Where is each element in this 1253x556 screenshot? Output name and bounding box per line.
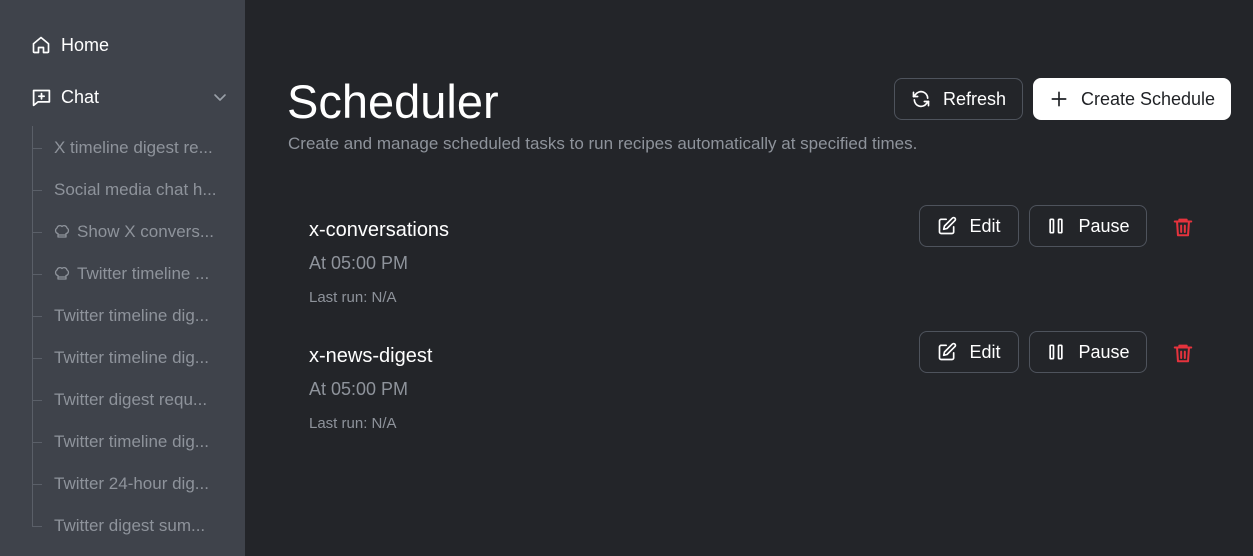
chat-history-item[interactable]: Twitter timeline dig... — [54, 347, 226, 369]
chat-history-item[interactable]: Show X convers... — [54, 221, 226, 243]
schedule-name: x-news-digest — [309, 345, 433, 367]
history-tick — [32, 400, 42, 401]
pause-button[interactable]: Pause — [1029, 331, 1147, 373]
scheduler-app: Home Chat X timeline digest re... Social… — [0, 0, 1253, 556]
schedule-last-run: Last run: N/A — [309, 289, 397, 306]
home-icon — [30, 34, 52, 56]
pause-label: Pause — [1078, 341, 1130, 362]
schedule-card: x-conversations At 05:00 PM Last run: N/… — [309, 205, 1229, 329]
chat-history-item[interactable]: Twitter timeline dig... — [54, 305, 226, 327]
pause-icon — [1046, 342, 1066, 362]
delete-button[interactable] — [1172, 216, 1194, 238]
edit-button[interactable]: Edit — [919, 331, 1019, 373]
refresh-button[interactable]: Refresh — [894, 78, 1023, 120]
chat-history-item[interactable]: Twitter 24-hour dig... — [54, 473, 226, 495]
schedule-last-run: Last run: N/A — [309, 415, 397, 432]
schedule-card: x-news-digest At 05:00 PM Last run: N/A … — [309, 331, 1229, 455]
refresh-icon — [911, 89, 931, 109]
pause-label: Pause — [1078, 215, 1130, 236]
trash-icon — [1172, 218, 1194, 242]
history-tick — [32, 442, 42, 443]
page-subtitle: Create and manage scheduled tasks to run… — [288, 134, 918, 153]
history-tick — [32, 316, 42, 317]
create-schedule-button[interactable]: Create Schedule — [1033, 78, 1231, 120]
pause-button[interactable]: Pause — [1029, 205, 1147, 247]
chat-history-item[interactable]: Twitter timeline dig... — [54, 431, 226, 453]
refresh-label: Refresh — [942, 88, 1007, 109]
schedule-time: At 05:00 PM — [309, 253, 409, 273]
chevron-down-icon[interactable] — [212, 89, 228, 105]
trash-icon — [1172, 344, 1194, 368]
chat-history-item[interactable]: Social media chat h... — [54, 179, 226, 201]
edit-label: Edit — [969, 341, 1001, 362]
delete-button[interactable] — [1172, 342, 1194, 364]
sidebar-item-chat[interactable]: Chat — [30, 85, 230, 109]
schedule-time: At 05:00 PM — [309, 379, 409, 399]
chat-history-item[interactable]: Twitter timeline ... — [54, 263, 226, 285]
history-tick — [32, 484, 42, 485]
history-tick — [32, 232, 42, 233]
create-schedule-label: Create Schedule — [1080, 88, 1216, 109]
sidebar-item-home[interactable]: Home — [30, 33, 109, 57]
history-tick — [32, 358, 42, 359]
plus-icon — [1049, 89, 1069, 109]
history-tick — [32, 526, 42, 527]
page-title: Scheduler — [287, 75, 499, 128]
chat-history-item[interactable]: X timeline digest re... — [54, 137, 226, 159]
chat-plus-icon — [30, 86, 52, 108]
edit-label: Edit — [969, 215, 1001, 236]
recipe-icon — [54, 266, 70, 282]
history-tree-line — [32, 126, 33, 526]
history-tick — [32, 274, 42, 275]
edit-icon — [937, 342, 957, 362]
chat-history-item[interactable]: Twitter digest requ... — [54, 389, 226, 411]
schedule-name: x-conversations — [309, 219, 450, 241]
edit-button[interactable]: Edit — [919, 205, 1019, 247]
sidebar: Home Chat X timeline digest re... Social… — [0, 0, 245, 556]
recipe-icon — [54, 224, 70, 240]
sidebar-item-label: Chat — [61, 86, 100, 107]
pause-icon — [1046, 216, 1066, 236]
sidebar-item-label: Home — [61, 34, 110, 55]
history-tick — [32, 148, 42, 149]
edit-icon — [937, 216, 957, 236]
chat-history-item[interactable]: Twitter digest sum... — [54, 515, 226, 537]
history-tick — [32, 190, 42, 191]
